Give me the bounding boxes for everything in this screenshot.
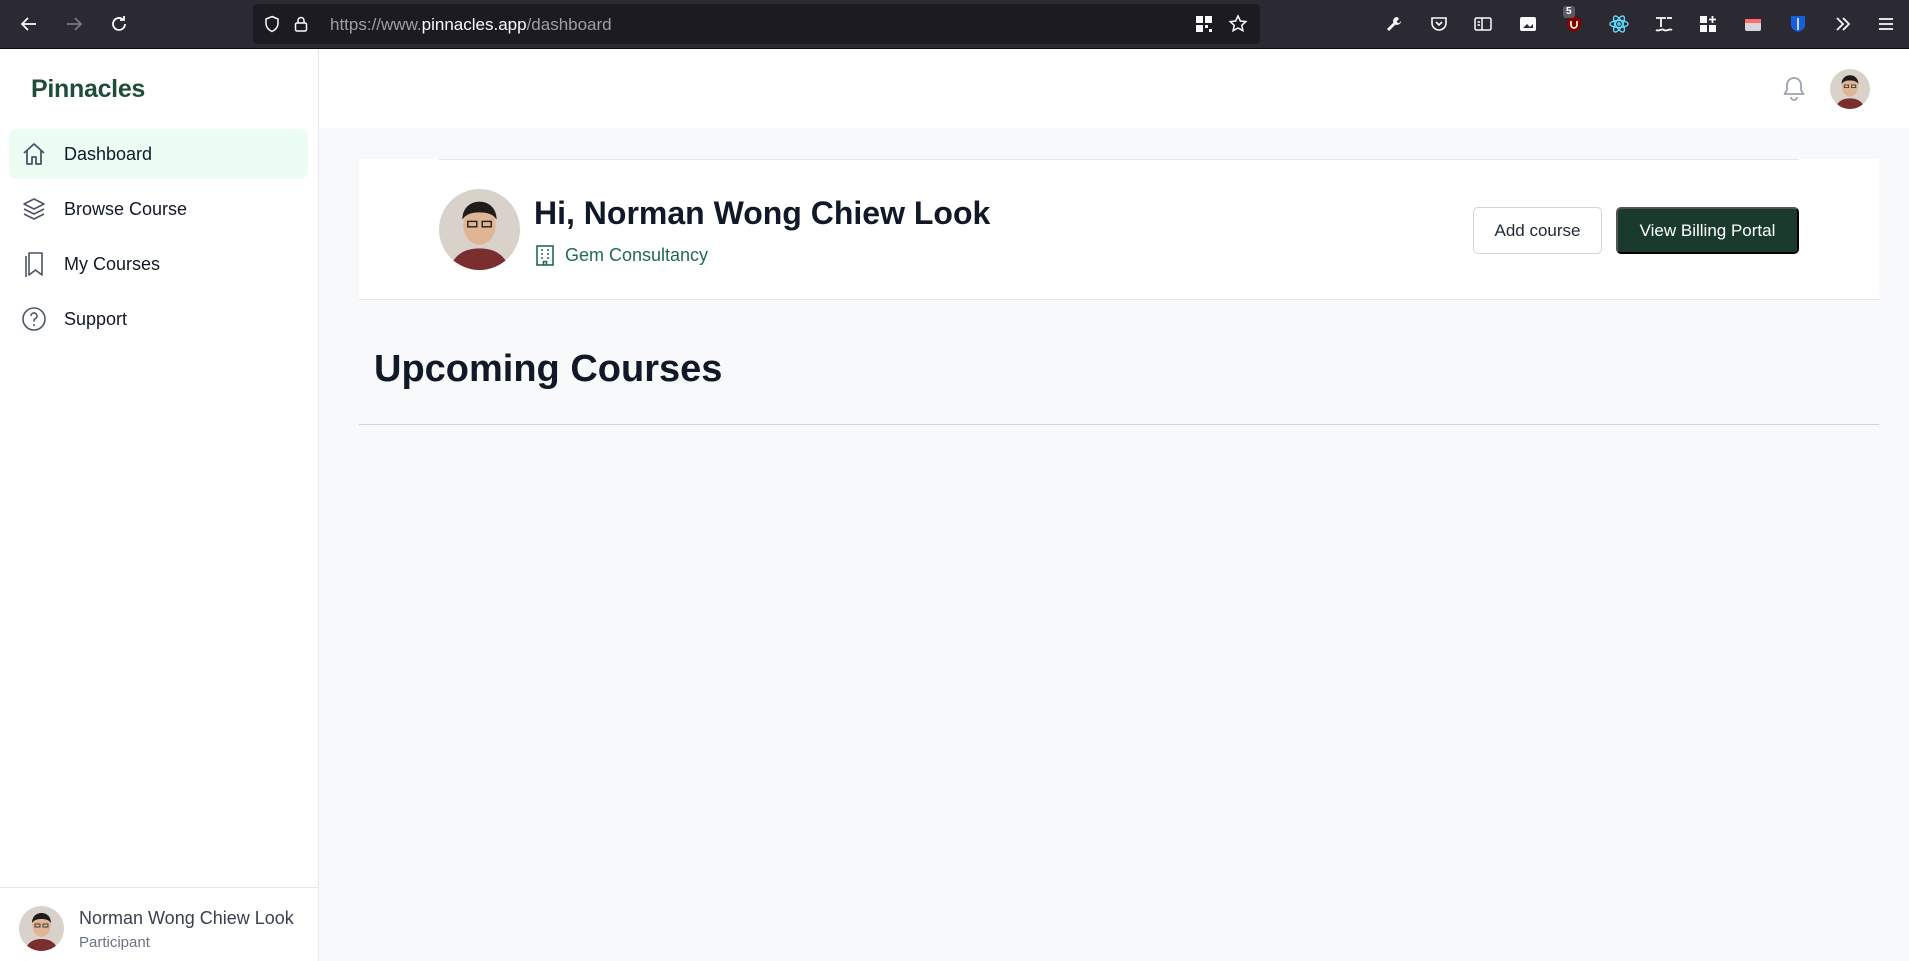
- url-host: pinnacles.app: [421, 15, 527, 34]
- reload-icon[interactable]: [107, 12, 131, 36]
- sidebar-item-dashboard[interactable]: Dashboard: [9, 129, 308, 179]
- sidebar-user-role: Participant: [79, 934, 150, 951]
- qr-code-icon[interactable]: [1194, 14, 1214, 34]
- avatar[interactable]: [19, 906, 64, 951]
- shield-icon[interactable]: [262, 14, 282, 34]
- back-icon[interactable]: [17, 12, 41, 36]
- view-billing-portal-button[interactable]: View Billing Portal: [1616, 207, 1799, 254]
- divider: [359, 424, 1879, 425]
- company-info: Gem Consultancy: [535, 244, 708, 266]
- address-bar[interactable]: https://www.pinnacles.app/dashboard: [253, 4, 1260, 44]
- sidebar-item-label: Browse Course: [64, 198, 188, 219]
- sidebar-user-footer[interactable]: Norman Wong Chiew Look Participant: [0, 887, 318, 961]
- home-icon: [23, 143, 45, 165]
- bookmark-star-icon[interactable]: [1228, 14, 1248, 34]
- container-extension-icon[interactable]: [1741, 12, 1765, 36]
- url-path: /dashboard: [526, 15, 612, 34]
- wrench-icon[interactable]: [1382, 12, 1406, 36]
- bell-icon[interactable]: [1781, 75, 1807, 103]
- logo-text: Pinnacles: [31, 75, 146, 103]
- forward-icon[interactable]: [62, 12, 86, 36]
- add-course-button[interactable]: Add course: [1473, 207, 1602, 254]
- url-prefix: https://www.: [330, 15, 422, 34]
- url-text[interactable]: https://www.pinnacles.app/dashboard: [330, 15, 612, 35]
- avatar[interactable]: [1830, 69, 1870, 109]
- logo[interactable]: Pinnacles: [31, 75, 145, 104]
- company-name: Gem Consultancy: [565, 244, 709, 265]
- screenshot-icon[interactable]: [1516, 12, 1540, 36]
- sidebar-item-label: Support: [64, 308, 128, 329]
- sidebar-item-browse-course[interactable]: Browse Course: [9, 184, 308, 234]
- sidebar-item-my-courses[interactable]: My Courses: [9, 239, 308, 289]
- sidebar-item-label: Dashboard: [64, 143, 153, 164]
- avatar: [439, 189, 520, 270]
- top-header: [319, 49, 1909, 128]
- sidebar-item-support[interactable]: Support: [9, 294, 308, 344]
- layers-icon: [23, 198, 45, 220]
- overflow-chevrons-icon[interactable]: [1831, 12, 1855, 36]
- hamburger-menu-icon[interactable]: [1874, 12, 1898, 36]
- lock-icon[interactable]: [291, 14, 311, 34]
- bitwarden-icon[interactable]: [1786, 12, 1810, 36]
- profile-card: Hi, Norman Wong Chiew Look Gem Consultan…: [359, 159, 1879, 300]
- section-title: Upcoming Courses: [374, 348, 723, 390]
- sidebar: Pinnacles Dashboard Browse Course My Cou…: [0, 49, 319, 961]
- browser-toolbar: https://www.pinnacles.app/dashboard 5: [0, 0, 1909, 49]
- sidebar-user-name: Norman Wong Chiew Look: [79, 908, 294, 928]
- question-circle-icon: [22, 307, 46, 331]
- extension-badge: 5: [1563, 6, 1575, 18]
- react-devtools-icon[interactable]: [1607, 12, 1631, 36]
- translate-extension-icon[interactable]: [1652, 12, 1676, 36]
- reader-view-icon[interactable]: [1471, 12, 1495, 36]
- pocket-icon[interactable]: [1427, 12, 1451, 36]
- divider: [439, 159, 1799, 160]
- bookmarks-icon: [25, 252, 43, 277]
- building-icon: [536, 245, 554, 266]
- greeting-heading: Hi, Norman Wong Chiew Look: [534, 195, 991, 231]
- add-extension-icon[interactable]: [1696, 12, 1720, 36]
- sidebar-item-label: My Courses: [64, 253, 161, 274]
